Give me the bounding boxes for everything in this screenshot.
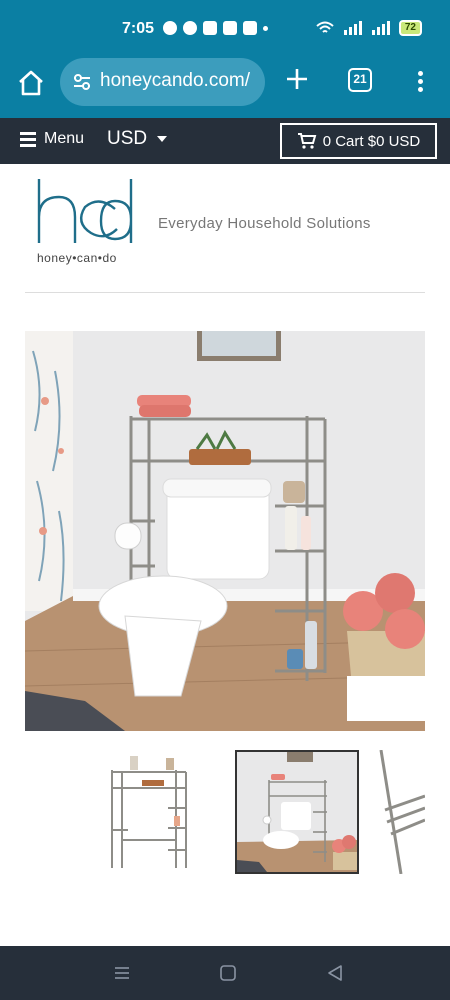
logo-text: honey•can•do: [37, 251, 117, 265]
divider: [25, 292, 425, 293]
site-nav: Menu USD 0 Cart $0 USD: [0, 118, 450, 164]
cart-label: 0 Cart $0 USD: [322, 132, 421, 150]
product-photo: [25, 331, 425, 731]
wifi-icon: [316, 21, 334, 33]
signal-icon-2: [371, 21, 390, 35]
tabs-icon[interactable]: 21: [348, 68, 372, 92]
currency-label: USD: [107, 128, 148, 149]
plus-icon[interactable]: [284, 66, 310, 92]
recents-icon[interactable]: [113, 964, 131, 982]
currency-selector[interactable]: USD: [107, 128, 168, 150]
thumbnail-image-bathroom: [237, 752, 357, 872]
system-indicators: 72: [315, 20, 422, 36]
bank-icon: [243, 21, 257, 35]
kebab-icon[interactable]: [410, 68, 430, 96]
brand-header: honey•can•do Everyday Household Solution…: [25, 175, 425, 270]
thumbnail-image-shelf: [111, 756, 187, 868]
system-nav-bar: [0, 946, 450, 1000]
product-thumbnails: [25, 750, 425, 875]
status-time: 7:05: [122, 20, 155, 37]
notification-icons: [163, 21, 268, 35]
caret-down-icon: [157, 136, 168, 142]
thumbnail-image-detail: [379, 750, 425, 875]
product-thumbnail-1[interactable]: [78, 750, 202, 874]
app-icon: [203, 21, 217, 35]
back-icon[interactable]: [326, 964, 344, 982]
hdl-icon: [223, 21, 237, 35]
product-thumbnail-3[interactable]: [365, 750, 425, 875]
url-bar[interactable]: honeycando.com/: [60, 58, 265, 106]
battery-icon: 72: [398, 20, 422, 36]
home-icon[interactable]: [16, 68, 46, 98]
brand-logo[interactable]: [35, 175, 135, 250]
play-icon: [163, 21, 177, 35]
status-bar: 7:05 72: [0, 0, 450, 58]
menu-button[interactable]: Menu: [20, 130, 84, 148]
facebook-icon: [183, 21, 197, 35]
menu-label: Menu: [44, 130, 85, 147]
more-dot-icon: [263, 25, 268, 31]
browser-toolbar: honeycando.com/ 21: [0, 58, 450, 118]
home-nav-icon[interactable]: [219, 964, 237, 982]
tune-icon[interactable]: [72, 72, 92, 92]
brand-tagline: Everyday Household Solutions: [158, 215, 371, 232]
product-main-image[interactable]: [25, 331, 425, 731]
cart-icon: [297, 133, 317, 149]
cart-button[interactable]: 0 Cart $0 USD: [280, 123, 437, 159]
hamburger-icon: [20, 132, 36, 147]
signal-icon: [343, 21, 362, 35]
url-text[interactable]: honeycando.com/: [100, 70, 258, 92]
product-thumbnail-2[interactable]: [235, 750, 359, 874]
